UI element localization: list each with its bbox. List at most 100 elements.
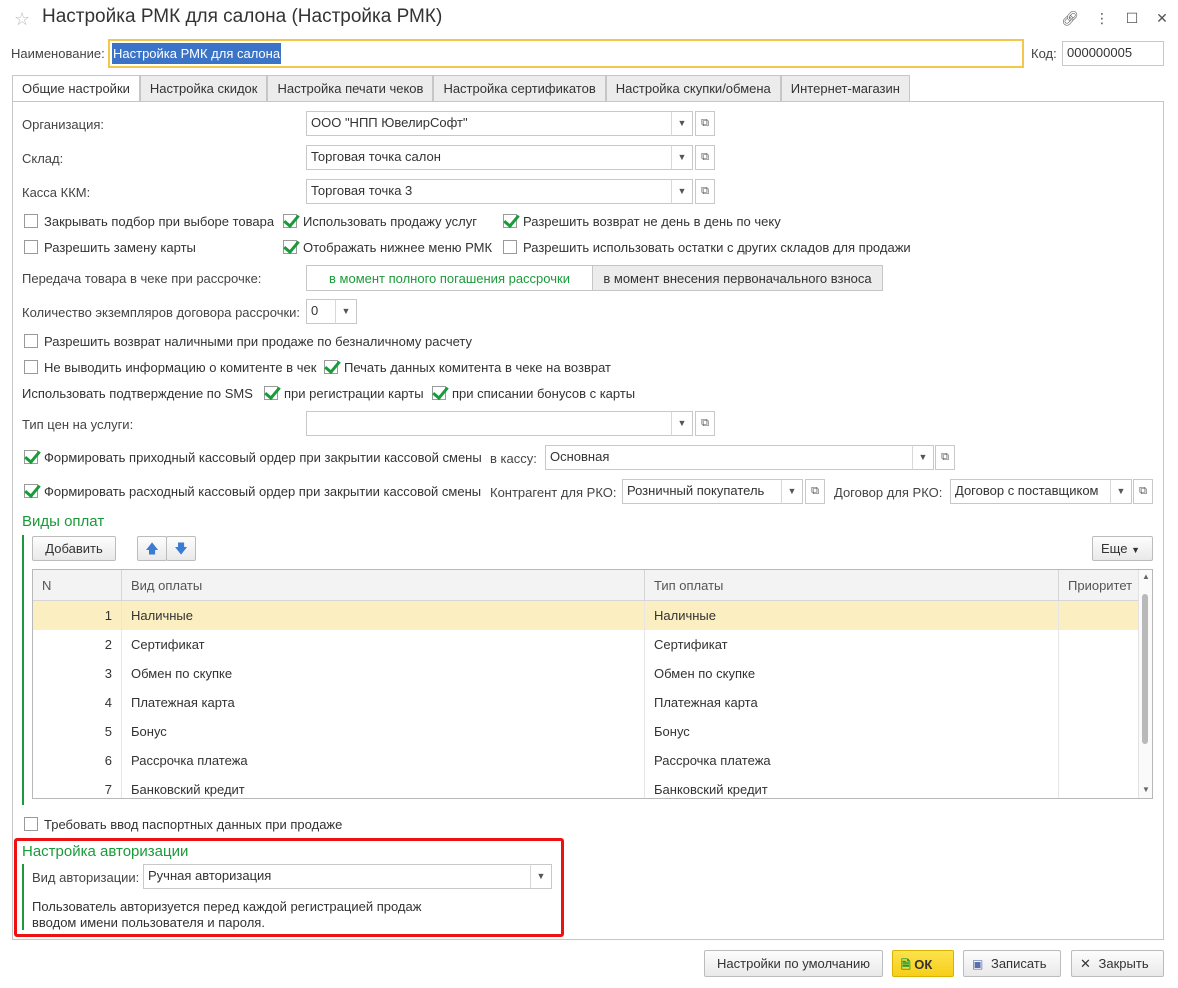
bottom-menu-checkbox[interactable] — [283, 240, 297, 254]
organization-open-icon[interactable]: ⧉ — [695, 111, 715, 136]
copies-field[interactable]: 0 — [306, 299, 336, 324]
more-menu-icon[interactable]: ⋮ — [1092, 8, 1112, 28]
auth-kind-field[interactable]: Ручная авторизация — [143, 864, 531, 889]
contract-field[interactable]: Договор с поставщиком — [950, 479, 1111, 504]
print-committent-checkbox-row[interactable]: Печать данных комитента в чеке на возвра… — [324, 360, 611, 375]
sms-card-reg-checkbox[interactable] — [264, 386, 278, 400]
scroll-up-icon[interactable]: ▲ — [1142, 572, 1150, 581]
scrollbar-thumb[interactable] — [1142, 594, 1148, 744]
close-button[interactable]: ✕ Закрыть — [1071, 950, 1164, 977]
close-window-icon[interactable]: ✕ — [1152, 8, 1172, 28]
organization-field[interactable]: ООО "НПП ЮвелирСофт" — [306, 111, 672, 136]
table-row[interactable]: 4 Платежная карта Платежная карта — [33, 688, 1139, 717]
use-services-checkbox[interactable] — [283, 214, 297, 228]
warehouse-dropdown-icon[interactable]: ▼ — [671, 145, 693, 170]
expense-order-checkbox-row[interactable]: Формировать расходный кассовый ордер при… — [24, 484, 481, 499]
to-cashbox-open-icon[interactable]: ⧉ — [935, 445, 955, 470]
no-committent-checkbox-row[interactable]: Не выводить информацию о комитенте в чек — [24, 360, 316, 375]
tab-general[interactable]: Общие настройки — [12, 75, 140, 103]
table-row[interactable]: 7 Банковский кредит Банковский кредит — [33, 775, 1139, 798]
move-down-icon[interactable]: 🡇 — [166, 536, 196, 561]
no-committent-checkbox[interactable] — [24, 360, 38, 374]
row-number: 7 — [33, 775, 122, 798]
allow-return-checkbox-row[interactable]: Разрешить возврат не день в день по чеку — [503, 214, 781, 229]
copies-dropdown-icon[interactable]: ▼ — [335, 299, 357, 324]
contractor-dropdown-icon[interactable]: ▼ — [781, 479, 803, 504]
table-row[interactable]: 1 Наличные Наличные — [33, 601, 1139, 630]
bottom-menu-checkbox-row[interactable]: Отображать нижнее меню РМК — [283, 240, 492, 255]
column-header-priority[interactable]: Приоритет — [1059, 570, 1139, 601]
contract-open-icon[interactable]: ⧉ — [1133, 479, 1153, 504]
print-committent-checkbox[interactable] — [324, 360, 338, 374]
kkm-dropdown-icon[interactable]: ▼ — [671, 179, 693, 204]
to-cashbox-field[interactable]: Основная — [545, 445, 913, 470]
service-price-open-icon[interactable]: ⧉ — [695, 411, 715, 436]
payments-table[interactable]: N Вид оплаты Тип оплаты Приоритет 1 Нали… — [32, 569, 1153, 799]
table-row[interactable]: 6 Рассрочка платежа Рассрочка платежа — [33, 746, 1139, 775]
tab-discounts[interactable]: Настройка скидок — [139, 75, 268, 102]
more-button[interactable]: Еще ▼ — [1092, 536, 1153, 561]
tab-certificates[interactable]: Настройка сертификатов — [433, 75, 606, 102]
sms-card-reg-checkbox-row[interactable]: при регистрации карты — [264, 386, 424, 401]
maximize-icon[interactable]: ☐ — [1122, 8, 1142, 28]
warehouse-open-icon[interactable]: ⧉ — [695, 145, 715, 170]
card-replace-checkbox[interactable] — [24, 240, 38, 254]
column-header-kind[interactable]: Вид оплаты — [122, 570, 645, 601]
expense-order-checkbox[interactable] — [24, 484, 38, 498]
add-payment-button[interactable]: Добавить — [32, 536, 116, 561]
service-price-field[interactable] — [306, 411, 672, 436]
ok-button[interactable]: 🗎 ОК — [892, 950, 954, 977]
other-warehouses-checkbox-row[interactable]: Разрешить использовать остатки с других … — [503, 240, 911, 255]
table-row[interactable]: 3 Обмен по скупке Обмен по скупке — [33, 659, 1139, 688]
close-selection-label: Закрывать подбор при выборе товара — [44, 214, 275, 229]
row-priority — [1059, 775, 1139, 798]
defaults-button[interactable]: Настройки по умолчанию — [704, 950, 883, 977]
other-warehouses-checkbox[interactable] — [503, 240, 517, 254]
move-up-icon[interactable]: 🡅 — [137, 536, 167, 561]
cash-return-checkbox[interactable] — [24, 334, 38, 348]
column-header-type[interactable]: Тип оплаты — [645, 570, 1059, 601]
kkm-field[interactable]: Торговая точка 3 — [306, 179, 672, 204]
auth-kind-dropdown-icon[interactable]: ▼ — [530, 864, 552, 889]
warehouse-field[interactable]: Торговая точка салон — [306, 145, 672, 170]
row-type: Сертификат — [645, 630, 1059, 659]
favorite-star-icon[interactable]: ☆ — [14, 9, 30, 30]
code-input[interactable]: 000000005 — [1062, 41, 1164, 66]
tab-online-store[interactable]: Интернет-магазин — [780, 75, 910, 102]
auth-kind-label: Вид авторизации: — [32, 870, 140, 885]
contractor-open-icon[interactable]: ⧉ — [805, 479, 825, 504]
close-selection-checkbox-row[interactable]: Закрывать подбор при выборе товара — [24, 214, 274, 229]
income-order-checkbox[interactable] — [24, 450, 38, 464]
table-row[interactable]: 2 Сертификат Сертификат — [33, 630, 1139, 659]
table-row[interactable]: 5 Бонус Бонус — [33, 717, 1139, 746]
copies-label: Количество экземпляров договора рассрочк… — [22, 305, 301, 320]
service-price-dropdown-icon[interactable]: ▼ — [671, 411, 693, 436]
close-selection-checkbox[interactable] — [24, 214, 38, 228]
other-warehouses-label: Разрешить использовать остатки с других … — [523, 240, 911, 255]
scroll-down-icon[interactable]: ▼ — [1142, 785, 1150, 794]
save-button[interactable]: ▣ Записать — [963, 950, 1061, 977]
name-input[interactable]: Настройка РМК для салона — [108, 39, 1024, 68]
row-number: 1 — [33, 601, 122, 630]
tab-buyback[interactable]: Настройка скупки/обмена — [605, 75, 781, 102]
organization-dropdown-icon[interactable]: ▼ — [671, 111, 693, 136]
passport-checkbox-row[interactable]: Требовать ввод паспортных данных при про… — [24, 817, 342, 832]
use-services-checkbox-row[interactable]: Использовать продажу услуг — [283, 214, 477, 229]
allow-return-checkbox[interactable] — [503, 214, 517, 228]
column-header-n[interactable]: N — [33, 570, 122, 601]
installment-option-full-payment[interactable]: в момент полного погашения рассрочки — [306, 265, 593, 291]
to-cashbox-dropdown-icon[interactable]: ▼ — [912, 445, 934, 470]
installment-option-down-payment[interactable]: в момент внесения первоначального взноса — [592, 265, 883, 291]
card-replace-checkbox-row[interactable]: Разрешить замену карты — [24, 240, 196, 255]
kkm-open-icon[interactable]: ⧉ — [695, 179, 715, 204]
tab-receipt-print[interactable]: Настройка печати чеков — [267, 75, 434, 102]
sms-bonus-checkbox-row[interactable]: при списании бонусов с карты — [432, 386, 635, 401]
income-order-checkbox-row[interactable]: Формировать приходный кассовый ордер при… — [24, 450, 482, 465]
cash-return-checkbox-row[interactable]: Разрешить возврат наличными при продаже … — [24, 334, 472, 349]
table-scrollbar[interactable]: ▲ ▼ — [1138, 570, 1152, 798]
contract-dropdown-icon[interactable]: ▼ — [1110, 479, 1132, 504]
sms-bonus-checkbox[interactable] — [432, 386, 446, 400]
contractor-field[interactable]: Розничный покупатель — [622, 479, 782, 504]
link-icon[interactable]: 🔗︎ — [1060, 8, 1080, 28]
passport-checkbox[interactable] — [24, 817, 38, 831]
